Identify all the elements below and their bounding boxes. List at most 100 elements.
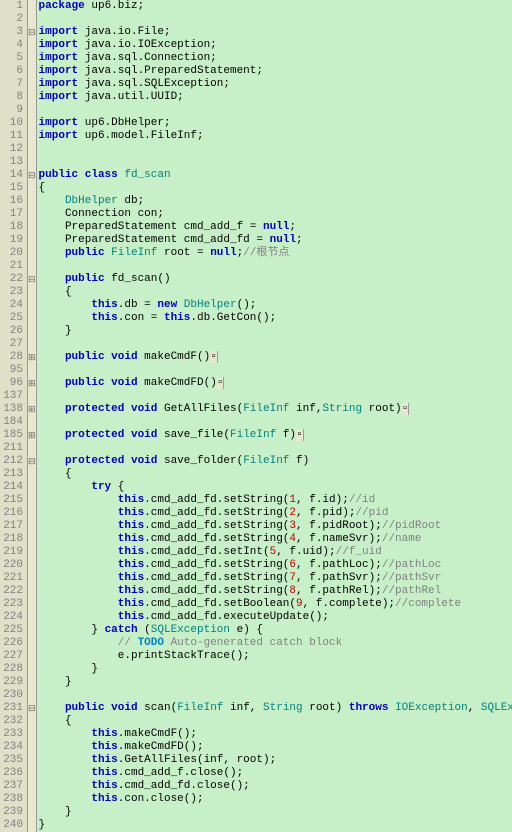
code-line[interactable]	[39, 364, 512, 377]
code-line[interactable]: {	[39, 182, 512, 195]
code-line[interactable]: PreparedStatement cmd_add_fd = null;	[39, 234, 512, 247]
code-line[interactable]: e.printStackTrace();	[39, 650, 512, 663]
fold-marker	[28, 741, 36, 754]
code-line[interactable]: import java.io.IOException;	[39, 39, 512, 52]
line-number: 228	[4, 663, 23, 676]
code-line[interactable]	[39, 104, 512, 117]
fold-marker	[28, 533, 36, 546]
code-line[interactable]: this.cmd_add_fd.setString(7, f.pathSvr);…	[39, 572, 512, 585]
code-line[interactable]: } catch (SQLException e) {	[39, 624, 512, 637]
line-number: 5	[4, 52, 23, 65]
line-number: 216	[4, 507, 23, 520]
code-line[interactable]: public void makeCmdF()▫	[39, 351, 512, 364]
code-line[interactable]: protected void save_file(FileInf f)▫	[39, 429, 512, 442]
code-line[interactable]: this.cmd_add_fd.setString(1, f.id);//id	[39, 494, 512, 507]
code-line[interactable]: }	[39, 663, 512, 676]
code-line[interactable]: this.cmd_add_fd.executeUpdate();	[39, 611, 512, 624]
code-line[interactable]: public FileInf root = null;//根节点	[39, 247, 512, 260]
line-number: 212	[4, 455, 23, 468]
fold-marker[interactable]: ⊞	[28, 377, 36, 390]
code-line[interactable]: try {	[39, 481, 512, 494]
line-number: 16	[4, 195, 23, 208]
fold-marker[interactable]: ⊞	[28, 429, 36, 442]
code-line[interactable]: }	[39, 819, 512, 832]
code-line[interactable]: this.db = new DbHelper();	[39, 299, 512, 312]
code-line[interactable]: protected void save_folder(FileInf f)	[39, 455, 512, 468]
code-line[interactable]	[39, 13, 512, 26]
fold-marker	[28, 663, 36, 676]
fold-marker	[28, 416, 36, 429]
code-line[interactable]: DbHelper db;	[39, 195, 512, 208]
code-line[interactable]: this.cmd_add_fd.setString(2, f.pid);//pi…	[39, 507, 512, 520]
fold-marker	[28, 91, 36, 104]
code-line[interactable]: package up6.biz;	[39, 0, 512, 13]
code-line[interactable]: this.cmd_add_fd.close();	[39, 780, 512, 793]
code-line[interactable]: this.makeCmdF();	[39, 728, 512, 741]
fold-marker[interactable]: ⊟	[28, 26, 36, 39]
code-line[interactable]: this.cmd_add_fd.setInt(5, f.uid);//f_uid	[39, 546, 512, 559]
line-number: 19	[4, 234, 23, 247]
code-line[interactable]: {	[39, 468, 512, 481]
code-line[interactable]: this.cmd_add_fd.setString(6, f.pathLoc);…	[39, 559, 512, 572]
code-line[interactable]: }	[39, 325, 512, 338]
fold-marker[interactable]: ⊟	[28, 702, 36, 715]
code-line[interactable]	[39, 156, 512, 169]
code-line[interactable]: public void scan(FileInf inf, String roo…	[39, 702, 512, 715]
line-number: 12	[4, 143, 23, 156]
code-line[interactable]: }	[39, 806, 512, 819]
fold-marker[interactable]: ⊟	[28, 169, 36, 182]
line-number: 9	[4, 104, 23, 117]
fold-marker[interactable]: ⊞	[28, 351, 36, 364]
code-line[interactable]: this.con = this.db.GetCon();	[39, 312, 512, 325]
line-number: 214	[4, 481, 23, 494]
code-line[interactable]	[39, 338, 512, 351]
line-number: 18	[4, 221, 23, 234]
code-line[interactable]	[39, 689, 512, 702]
code-area[interactable]: package up6.biz;import java.io.File;impo…	[37, 0, 512, 832]
code-line[interactable]: {	[39, 286, 512, 299]
line-number: 218	[4, 533, 23, 546]
line-number: 1	[4, 0, 23, 13]
code-line[interactable]: this.cmd_add_fd.setBoolean(9, f.complete…	[39, 598, 512, 611]
code-line[interactable]: {	[39, 715, 512, 728]
code-line[interactable]	[39, 390, 512, 403]
code-line[interactable]	[39, 416, 512, 429]
fold-gutter[interactable]: ⊟ ⊟ ⊟ ⊞ ⊞ ⊞ ⊞ ⊟ ⊟	[28, 0, 37, 832]
code-line[interactable]: public fd_scan()	[39, 273, 512, 286]
code-line[interactable]: this.GetAllFiles(inf, root);	[39, 754, 512, 767]
code-line[interactable]: import java.sql.PreparedStatement;	[39, 65, 512, 78]
fold-marker	[28, 104, 36, 117]
code-line[interactable]: public class fd_scan	[39, 169, 512, 182]
fold-marker	[28, 0, 36, 13]
line-number-gutter[interactable]: 1234567891011121314151617181920212223242…	[0, 0, 28, 832]
line-number: 2	[4, 13, 23, 26]
code-line[interactable]: import up6.DbHelper;	[39, 117, 512, 130]
code-editor[interactable]: 1234567891011121314151617181920212223242…	[0, 0, 512, 832]
code-line[interactable]: this.makeCmdFD();	[39, 741, 512, 754]
code-line[interactable]	[39, 260, 512, 273]
code-line[interactable]	[39, 143, 512, 156]
fold-marker	[28, 624, 36, 637]
fold-marker[interactable]: ⊞	[28, 403, 36, 416]
code-line[interactable]	[39, 442, 512, 455]
code-line[interactable]: }	[39, 676, 512, 689]
code-line[interactable]: public void makeCmdFD()▫	[39, 377, 512, 390]
code-line[interactable]: this.con.close();	[39, 793, 512, 806]
code-line[interactable]: this.cmd_add_fd.setString(3, f.pidRoot);…	[39, 520, 512, 533]
fold-marker[interactable]: ⊟	[28, 455, 36, 468]
code-line[interactable]: import java.util.UUID;	[39, 91, 512, 104]
fold-marker	[28, 494, 36, 507]
fold-marker	[28, 728, 36, 741]
code-line[interactable]: // TODO Auto-generated catch block	[39, 637, 512, 650]
code-line[interactable]: import java.io.File;	[39, 26, 512, 39]
code-line[interactable]: import java.sql.SQLException;	[39, 78, 512, 91]
code-line[interactable]: this.cmd_add_fd.setString(8, f.pathRel);…	[39, 585, 512, 598]
code-line[interactable]: Connection con;	[39, 208, 512, 221]
code-line[interactable]: this.cmd_add_fd.setString(4, f.nameSvr);…	[39, 533, 512, 546]
fold-marker[interactable]: ⊟	[28, 273, 36, 286]
fold-marker	[28, 780, 36, 793]
code-line[interactable]: PreparedStatement cmd_add_f = null;	[39, 221, 512, 234]
code-line[interactable]: import java.sql.Connection;	[39, 52, 512, 65]
code-line[interactable]: protected void GetAllFiles(FileInf inf,S…	[39, 403, 512, 416]
code-line[interactable]: import up6.model.FileInf;	[39, 130, 512, 143]
